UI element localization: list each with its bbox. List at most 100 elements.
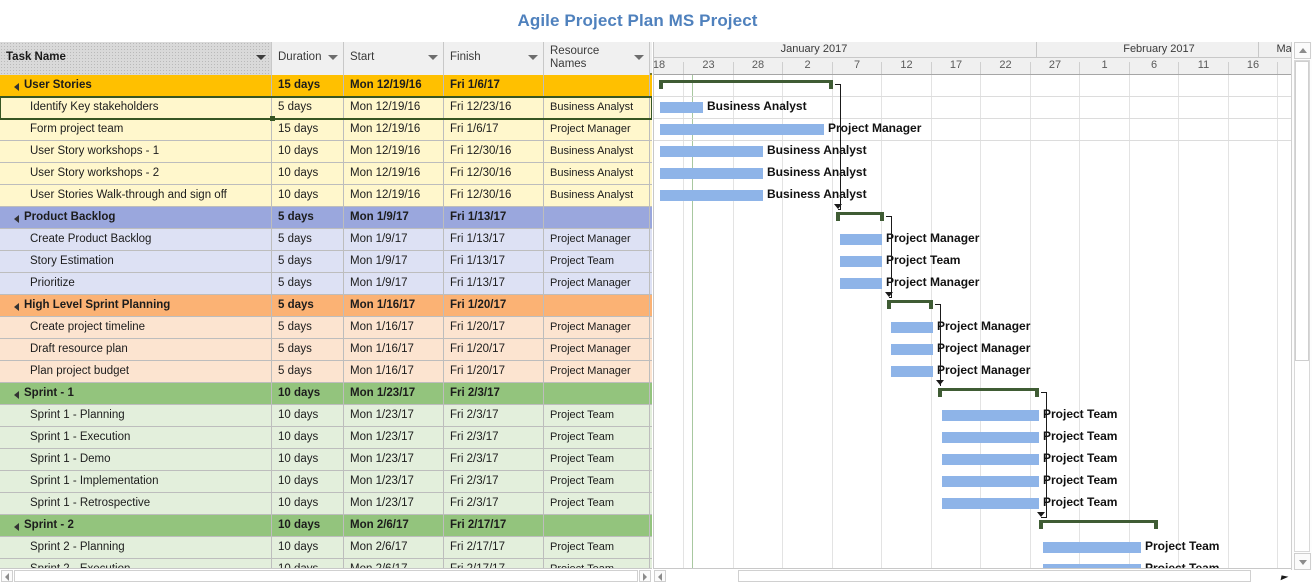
collapse-toggle-icon[interactable]	[14, 83, 19, 91]
gantt-summary-bar[interactable]	[836, 212, 884, 221]
cell-resource[interactable]: Business Analyst	[544, 97, 650, 118]
cell-finish[interactable]: Fri 12/23/16	[444, 97, 544, 118]
cell-finish[interactable]: Fri 2/17/17	[444, 515, 544, 536]
cell-start[interactable]: Mon 1/9/17	[344, 251, 444, 272]
cell-duration[interactable]: 5 days	[272, 361, 344, 382]
gantt-task-bar[interactable]	[891, 322, 933, 333]
gantt-scroll-left-button[interactable]	[654, 570, 666, 582]
cell-resource[interactable]: Business Analyst	[544, 163, 650, 184]
cell-finish[interactable]: Fri 1/20/17	[444, 295, 544, 316]
table-row[interactable]: Sprint - 210 daysMon 2/6/17Fri 2/17/17	[0, 515, 652, 537]
cell-name[interactable]: Draft resource plan	[0, 339, 272, 360]
cell-name[interactable]: Sprint 1 - Execution	[0, 427, 272, 448]
cell-duration[interactable]: 5 days	[272, 229, 344, 250]
cell-finish[interactable]: Fri 1/13/17	[444, 229, 544, 250]
column-header-start[interactable]: Start	[344, 42, 444, 75]
cell-resource[interactable]: Business Analyst	[544, 185, 650, 206]
collapse-toggle-icon[interactable]	[14, 303, 19, 311]
cell-finish[interactable]: Fri 2/3/17	[444, 383, 544, 404]
gantt-task-bar[interactable]	[942, 410, 1039, 421]
vertical-scrollbar[interactable]	[1291, 42, 1312, 570]
cell-start[interactable]: Mon 2/6/17	[344, 537, 444, 558]
cell-duration[interactable]: 10 days	[272, 383, 344, 404]
collapse-toggle-icon[interactable]	[14, 391, 19, 399]
cell-resource[interactable]: Project Manager	[544, 317, 650, 338]
cell-duration[interactable]: 5 days	[272, 207, 344, 228]
cell-finish[interactable]: Fri 1/6/17	[444, 119, 544, 140]
cell-duration[interactable]: 5 days	[272, 97, 344, 118]
gantt-task-bar[interactable]	[660, 124, 824, 135]
column-header-duration[interactable]: Duration	[272, 42, 344, 75]
selection-fill-handle[interactable]	[270, 116, 275, 121]
gantt-task-bar[interactable]	[840, 278, 882, 289]
gantt-summary-bar[interactable]	[659, 80, 833, 89]
cell-name[interactable]: Create project timeline	[0, 317, 272, 338]
cell-name[interactable]: User Story workshops - 2	[0, 163, 272, 184]
cell-duration[interactable]: 5 days	[272, 295, 344, 316]
table-row[interactable]: User Story workshops - 210 daysMon 12/19…	[0, 163, 652, 185]
cell-finish[interactable]: Fri 12/30/16	[444, 163, 544, 184]
cell-duration[interactable]: 15 days	[272, 119, 344, 140]
cell-finish[interactable]: Fri 1/20/17	[444, 339, 544, 360]
cell-finish[interactable]: Fri 1/20/17	[444, 361, 544, 382]
cell-duration[interactable]: 10 days	[272, 141, 344, 162]
table-row[interactable]: User Stories15 daysMon 12/19/16Fri 1/6/1…	[0, 75, 652, 97]
cell-resource[interactable]	[544, 207, 650, 228]
scroll-down-button[interactable]	[1294, 553, 1311, 570]
table-row[interactable]: Sprint 1 - Implementation10 daysMon 1/23…	[0, 471, 652, 493]
cell-finish[interactable]: Fri 1/13/17	[444, 273, 544, 294]
cell-finish[interactable]: Fri 2/3/17	[444, 405, 544, 426]
cell-start[interactable]: Mon 2/6/17	[344, 515, 444, 536]
table-row[interactable]: Form project team15 daysMon 12/19/16Fri …	[0, 119, 652, 141]
cell-resource[interactable]	[544, 75, 650, 96]
filter-dropdown-icon[interactable]	[528, 55, 538, 60]
cell-start[interactable]: Mon 12/19/16	[344, 163, 444, 184]
cell-finish[interactable]: Fri 12/30/16	[444, 141, 544, 162]
cell-resource[interactable]: Business Analyst	[544, 141, 650, 162]
cell-resource[interactable]	[544, 383, 650, 404]
cell-finish[interactable]: Fri 1/13/17	[444, 251, 544, 272]
vscroll-thumb[interactable]	[1295, 61, 1309, 361]
cell-name[interactable]: Sprint - 1	[0, 383, 272, 404]
table-row[interactable]: Create Product Backlog5 daysMon 1/9/17Fr…	[0, 229, 652, 251]
cell-name[interactable]: Prioritize	[0, 273, 272, 294]
cell-finish[interactable]: Fri 1/13/17	[444, 207, 544, 228]
cell-name[interactable]: Sprint 1 - Demo	[0, 449, 272, 470]
cell-resource[interactable]: Project Team	[544, 405, 650, 426]
cell-finish[interactable]: Fri 2/17/17	[444, 537, 544, 558]
table-row[interactable]: Sprint 1 - Execution10 daysMon 1/23/17Fr…	[0, 427, 652, 449]
cell-start[interactable]: Mon 1/23/17	[344, 383, 444, 404]
cell-duration[interactable]: 10 days	[272, 537, 344, 558]
cell-resource[interactable]: Project Team	[544, 493, 650, 514]
gantt-task-bar[interactable]	[840, 234, 882, 245]
cell-start[interactable]: Mon 1/9/17	[344, 229, 444, 250]
cell-name[interactable]: Product Backlog	[0, 207, 272, 228]
cell-finish[interactable]: Fri 1/20/17	[444, 317, 544, 338]
cell-name[interactable]: Sprint 2 - Planning	[0, 537, 272, 558]
gantt-summary-bar[interactable]	[1039, 520, 1158, 529]
cell-name[interactable]: User Stories Walk-through and sign off	[0, 185, 272, 206]
cell-start[interactable]: Mon 1/23/17	[344, 493, 444, 514]
cell-duration[interactable]: 5 days	[272, 251, 344, 272]
grid-scroll-left-button[interactable]	[1, 570, 13, 582]
cell-resource[interactable]: Project Manager	[544, 229, 650, 250]
table-row[interactable]: User Stories Walk-through and sign off10…	[0, 185, 652, 207]
filter-dropdown-icon[interactable]	[256, 55, 266, 60]
cell-start[interactable]: Mon 1/23/17	[344, 427, 444, 448]
cell-duration[interactable]: 10 days	[272, 493, 344, 514]
gantt-task-bar[interactable]	[891, 366, 933, 377]
table-row[interactable]: Prioritize5 daysMon 1/9/17Fri 1/13/17Pro…	[0, 273, 652, 295]
table-row[interactable]: High Level Sprint Planning5 daysMon 1/16…	[0, 295, 652, 317]
table-row[interactable]: Identify Key stakeholders5 daysMon 12/19…	[0, 97, 652, 119]
filter-dropdown-icon[interactable]	[328, 55, 338, 60]
cell-start[interactable]: Mon 1/16/17	[344, 317, 444, 338]
column-header-name[interactable]: Task Name	[0, 42, 272, 75]
cell-name[interactable]: Sprint 1 - Retrospective	[0, 493, 272, 514]
cell-resource[interactable]: Project Team	[544, 471, 650, 492]
cell-resource[interactable]: Project Manager	[544, 361, 650, 382]
cell-name[interactable]: Create Product Backlog	[0, 229, 272, 250]
gantt-task-bar[interactable]	[942, 432, 1039, 443]
gantt-task-bar[interactable]	[840, 256, 882, 267]
table-row[interactable]: Create project timeline5 daysMon 1/16/17…	[0, 317, 652, 339]
table-row[interactable]: Draft resource plan5 daysMon 1/16/17Fri …	[0, 339, 652, 361]
